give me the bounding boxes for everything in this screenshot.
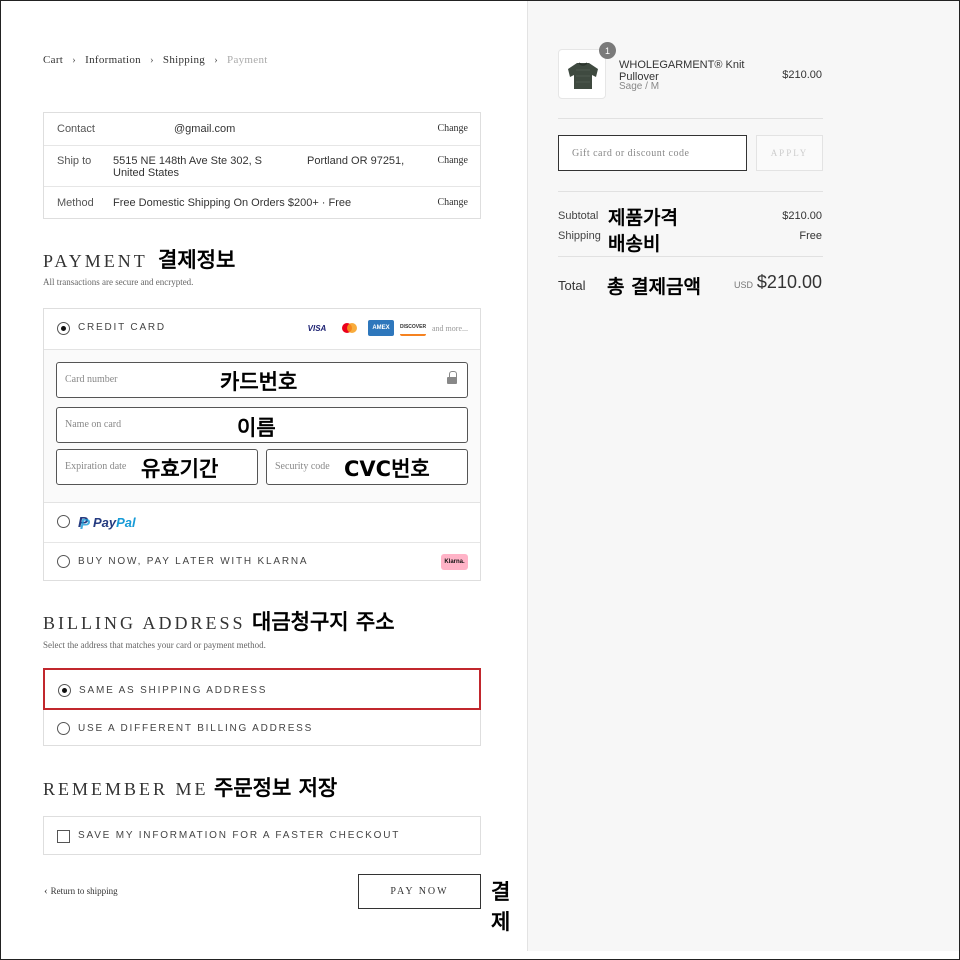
- remember-box: SAVE MY INFORMATION FOR A FASTER CHECKOU…: [43, 816, 481, 855]
- same-address-option[interactable]: SAME AS SHIPPING ADDRESS: [43, 668, 481, 710]
- payment-subtitle: All transactions are secure and encrypte…: [43, 277, 194, 287]
- amex-icon: AMEX: [368, 320, 394, 336]
- same-address-label: SAME AS SHIPPING ADDRESS: [79, 685, 268, 696]
- card-number-korean: 카드번호: [220, 370, 298, 394]
- product-price: $210.00: [782, 69, 822, 81]
- currency-code: USD: [734, 280, 754, 290]
- quantity-badge: 1: [599, 42, 616, 59]
- change-contact-link[interactable]: Change: [437, 123, 468, 134]
- divider: [44, 145, 480, 146]
- breadcrumb-information[interactable]: Information: [85, 54, 141, 66]
- discount-placeholder: Gift card or discount code: [572, 148, 690, 159]
- pay-now-korean: 결제: [491, 880, 511, 934]
- return-label: Return to shipping: [50, 886, 118, 896]
- ship-to-city: Portland OR 97251,: [307, 155, 405, 167]
- payment-title: PAYMENT: [43, 251, 148, 271]
- name-on-card-placeholder: Name on card: [65, 419, 122, 430]
- product-thumbnail: [558, 49, 606, 99]
- total-label: Total: [558, 278, 586, 293]
- billing-title-korean: 대금청구지 주소: [252, 610, 395, 634]
- shipping-label: Shipping: [558, 230, 601, 242]
- paypal-text-a: Pay: [93, 515, 117, 530]
- paypal-icon: [78, 514, 90, 533]
- different-address-radio[interactable]: [57, 722, 70, 735]
- payment-methods-box: CREDIT CARD VISA AMEX DISCOVER and more.…: [43, 308, 481, 581]
- paypal-radio[interactable]: [57, 515, 70, 528]
- chevron-right-icon: ›: [149, 54, 154, 66]
- discover-icon: DISCOVER: [400, 320, 426, 336]
- credit-card-radio[interactable]: [57, 322, 70, 335]
- change-method-link[interactable]: Change: [437, 197, 468, 208]
- ship-to-label: Ship to: [57, 155, 92, 167]
- billing-title: BILLING ADDRESS: [43, 613, 246, 633]
- divider: [44, 542, 480, 543]
- credit-card-form: Card number 카드번호 Name on card 이름 Expirat…: [44, 349, 480, 503]
- divider: [44, 186, 480, 187]
- mastercard-icon: [336, 320, 362, 336]
- chevron-left-icon: ‹: [44, 885, 48, 897]
- lock-icon: [447, 371, 457, 385]
- shipping-korean: 배송비: [608, 233, 661, 255]
- name-korean: 이름: [237, 416, 276, 440]
- change-address-link[interactable]: Change: [437, 155, 468, 166]
- save-info-label: SAVE MY INFORMATION FOR A FASTER CHECKOU…: [78, 830, 401, 841]
- different-address-label: USE A DIFFERENT BILLING ADDRESS: [78, 723, 314, 734]
- ship-to-address: 5515 NE 148th Ave Ste 302, S United Stat…: [113, 155, 262, 179]
- divider: [558, 191, 823, 192]
- paypal-logo: PayPal: [78, 514, 136, 533]
- shipping-value: Free: [799, 230, 822, 242]
- method-value: Free Domestic Shipping On Orders $200+ ·…: [113, 197, 352, 209]
- return-to-shipping-link[interactable]: ‹ Return to shipping: [44, 885, 118, 897]
- checkout-main: Cart › Information › Shipping › Payment …: [1, 1, 527, 951]
- klarna-label: BUY NOW, PAY LATER WITH KLARNA: [78, 556, 309, 567]
- card-number-placeholder: Card number: [65, 374, 118, 385]
- divider: [558, 118, 823, 119]
- divider: [558, 256, 823, 257]
- bottom-edge: [1, 951, 959, 959]
- contact-label: Contact: [57, 123, 95, 135]
- chevron-right-icon: ›: [72, 54, 77, 66]
- method-label: Method: [57, 197, 94, 209]
- more-cards-label: and more...: [432, 323, 468, 333]
- discount-code-input[interactable]: Gift card or discount code: [558, 135, 747, 171]
- klarna-badge: Klarna.: [441, 554, 468, 570]
- breadcrumb-shipping[interactable]: Shipping: [163, 54, 205, 66]
- total-korean: 총 결제금액: [607, 276, 702, 298]
- total-value: $210.00: [756, 272, 822, 292]
- sweater-image: [568, 62, 598, 89]
- ship-to-line1: 5515 NE 148th Ave Ste 302, S: [113, 155, 263, 167]
- save-info-checkbox[interactable]: [57, 830, 70, 843]
- security-code-placeholder: Security code: [275, 461, 330, 472]
- breadcrumb-cart[interactable]: Cart: [43, 54, 63, 66]
- visa-icon: VISA: [307, 323, 327, 333]
- payment-title-korean: 결제정보: [158, 248, 236, 272]
- expiration-placeholder: Expiration date: [65, 461, 127, 472]
- chevron-right-icon: ›: [214, 54, 219, 66]
- remember-title-korean: 주문정보 저장: [214, 776, 338, 800]
- product-name: WHOLEGARMENT® Knit Pullover: [619, 59, 745, 83]
- subtotal-korean: 제품가격: [608, 207, 678, 229]
- product-variant: Sage / M: [619, 81, 660, 92]
- review-box: Contact @gmail.com Change Ship to 5515 N…: [43, 112, 481, 219]
- contact-value: @gmail.com: [174, 123, 236, 135]
- credit-card-label: CREDIT CARD: [78, 322, 166, 333]
- paypal-text-b: Pal: [116, 515, 136, 530]
- breadcrumb-payment: Payment: [227, 54, 268, 66]
- ship-to-line2: United States: [113, 167, 180, 179]
- security-code-korean: CVC번호: [344, 457, 430, 481]
- billing-subtitle: Select the address that matches your car…: [43, 640, 266, 650]
- remember-title: REMEMBER ME: [43, 779, 209, 799]
- subtotal-label: Subtotal: [558, 210, 599, 222]
- same-address-radio[interactable]: [58, 684, 71, 697]
- breadcrumb: Cart › Information › Shipping › Payment: [43, 54, 268, 66]
- apply-button[interactable]: APPLY: [756, 135, 823, 171]
- order-summary: 1 WHOLEGARMENT® Knit Pullover Sage / M $…: [527, 1, 959, 951]
- card-brands: VISA AMEX DISCOVER and more...: [304, 320, 468, 336]
- pay-now-button[interactable]: PAY NOW: [358, 874, 481, 909]
- expiration-korean: 유효기간: [141, 457, 219, 481]
- subtotal-value: $210.00: [782, 210, 822, 222]
- billing-options-box: SAME AS SHIPPING ADDRESS USE A DIFFERENT…: [43, 668, 481, 746]
- klarna-radio[interactable]: [57, 555, 70, 568]
